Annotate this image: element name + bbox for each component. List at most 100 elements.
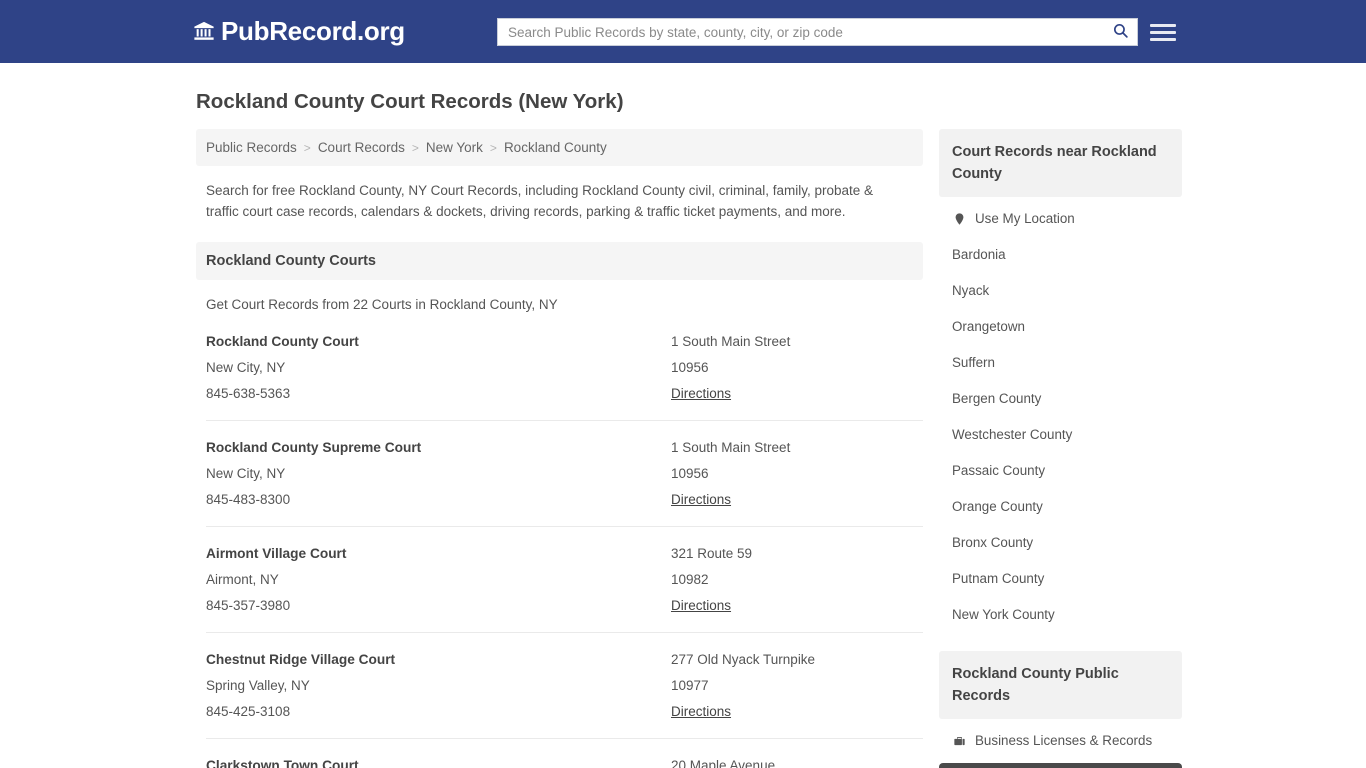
court-street: 321 Route 59	[671, 546, 753, 561]
sidebar-item-orangetown[interactable]: Orangetown	[939, 309, 1182, 345]
sidebar-item-use-my-location[interactable]: Use My Location	[939, 201, 1182, 237]
court-list: Rockland County Court New City, NY 845-6…	[206, 329, 923, 768]
table-row: Rockland County Court New City, NY 845-6…	[206, 329, 923, 420]
court-name[interactable]: Rockland County Court	[206, 329, 671, 355]
court-zip: 10956	[671, 466, 709, 481]
main-column: Public Records > Court Records > New Yor…	[196, 129, 923, 768]
search-button[interactable]	[1103, 19, 1137, 45]
sidebar-item-label: Nyack	[952, 283, 990, 298]
sidebar-item-business-licenses[interactable]: Business Licenses & Records	[939, 723, 1182, 759]
site-logo[interactable]: PubRecord.org	[193, 18, 405, 44]
hamburger-menu-icon-bar	[1150, 37, 1176, 41]
sidebar-item-label: Suffern	[952, 355, 995, 370]
court-info-right: 20 Maple Avenue 10956 Directions	[671, 753, 923, 768]
sidebar-item-label: New York County	[952, 607, 1055, 622]
sidebar-item-label: Bardonia	[952, 247, 1006, 262]
page-container: Rockland County Court Records (New York)…	[0, 90, 1366, 768]
directions-link[interactable]: Directions	[671, 699, 731, 725]
court-street: 1 South Main Street	[671, 334, 791, 349]
page-title: Rockland County Court Records (New York)	[196, 90, 624, 113]
sidebar-item-label: Bronx County	[952, 535, 1034, 550]
court-name[interactable]: Airmont Village Court	[206, 541, 671, 567]
sidebar-nearby-list: Use My Location Bardonia Nyack Orangetow…	[939, 201, 1182, 633]
court-info-right: 277 Old Nyack Turnpike 10977 Directions	[671, 647, 923, 725]
breadcrumb-separator-icon: >	[411, 140, 419, 155]
directions-link[interactable]: Directions	[671, 381, 731, 407]
court-info-left: Airmont Village Court Airmont, NY 845-35…	[206, 541, 671, 619]
table-row: Rockland County Supreme Court New City, …	[206, 420, 923, 526]
court-phone: 845-357-3980	[206, 598, 291, 613]
page-intro-text: Search for free Rockland County, NY Cour…	[206, 183, 874, 219]
breadcrumb-separator-icon: >	[489, 140, 497, 155]
breadcrumb: Public Records > Court Records > New Yor…	[196, 129, 923, 166]
court-city-state: New City, NY	[206, 360, 286, 375]
court-city-state: Spring Valley, NY	[206, 678, 310, 693]
court-phone: 845-425-3108	[206, 704, 291, 719]
court-info-left: Chestnut Ridge Village Court Spring Vall…	[206, 647, 671, 725]
sidebar-item-label: Orangetown	[952, 319, 1025, 334]
court-name[interactable]: Clarkstown Town Court	[206, 753, 671, 768]
sidebar-item-bardonia[interactable]: Bardonia	[939, 237, 1182, 273]
court-name[interactable]: Rockland County Supreme Court	[206, 435, 671, 461]
sidebar-item-bergen-county[interactable]: Bergen County	[939, 381, 1182, 417]
breadcrumb-item-court-records[interactable]: Court Records	[318, 140, 405, 155]
sidebar-item-bronx-county[interactable]: Bronx County	[939, 525, 1182, 561]
search-input[interactable]	[498, 19, 1103, 45]
sidebar-item-putnam-county[interactable]: Putnam County	[939, 561, 1182, 597]
sidebar-item-nyack[interactable]: Nyack	[939, 273, 1182, 309]
court-info-right: 321 Route 59 10982 Directions	[671, 541, 923, 619]
court-city-state: Airmont, NY	[206, 572, 279, 587]
sidebar: Court Records near Rockland County Use M…	[939, 129, 1182, 768]
court-info-right: 1 South Main Street 10956 Directions	[671, 329, 923, 407]
sidebar-item-label: Putnam County	[952, 571, 1045, 586]
directions-link[interactable]: Directions	[671, 487, 731, 513]
court-zip: 10982	[671, 572, 709, 587]
site-logo-text: PubRecord.org	[221, 16, 405, 46]
court-street: 1 South Main Street	[671, 440, 791, 455]
breadcrumb-item-rockland-county: Rockland County	[503, 140, 607, 155]
table-row: Clarkstown Town Court New City, NY 845-6…	[206, 738, 923, 768]
court-name[interactable]: Chestnut Ridge Village Court	[206, 647, 671, 673]
court-city-state: New City, NY	[206, 466, 286, 481]
bank-building-icon	[193, 20, 215, 42]
breadcrumb-item-public-records[interactable]: Public Records	[206, 140, 297, 155]
sidebar-nearby-heading: Court Records near Rockland County	[939, 129, 1182, 197]
breadcrumb-item-new-york[interactable]: New York	[426, 140, 483, 155]
hamburger-menu-button[interactable]	[1150, 19, 1176, 45]
court-info-right: 1 South Main Street 10956 Directions	[671, 435, 923, 513]
sidebar-item-westchester-county[interactable]: Westchester County	[939, 417, 1182, 453]
court-phone: 845-483-8300	[206, 492, 291, 507]
court-street: 20 Maple Avenue	[671, 758, 776, 768]
directions-link[interactable]: Directions	[671, 593, 731, 619]
search-icon	[1112, 22, 1129, 42]
court-zip: 10977	[671, 678, 709, 693]
map-pin-icon	[952, 212, 966, 226]
court-zip: 10956	[671, 360, 709, 375]
sidebar-item-label: Westchester County	[952, 427, 1073, 442]
court-phone: 845-638-5363	[206, 386, 291, 401]
briefcase-icon	[952, 734, 966, 748]
search-bar[interactable]	[497, 18, 1138, 46]
site-header: PubRecord.org	[0, 0, 1366, 63]
hamburger-menu-icon-bar	[1150, 30, 1176, 34]
courts-section-heading: Rockland County Courts	[196, 242, 923, 280]
court-info-left: Rockland County Supreme Court New City, …	[206, 435, 671, 513]
sidebar-item-label: Business Licenses & Records	[975, 733, 1153, 748]
breadcrumb-separator-icon: >	[303, 140, 311, 155]
sidebar-item-orange-county[interactable]: Orange County	[939, 489, 1182, 525]
sidebar-item-label: Passaic County	[952, 463, 1046, 478]
sidebar-item-new-york-county[interactable]: New York County	[939, 597, 1182, 633]
table-row: Airmont Village Court Airmont, NY 845-35…	[206, 526, 923, 632]
court-info-left: Clarkstown Town Court New City, NY 845-6…	[206, 753, 671, 768]
content-columns: Public Records > Court Records > New Yor…	[196, 129, 1366, 768]
courts-section-subheading: Get Court Records from 22 Courts in Rock…	[206, 297, 558, 312]
sidebar-public-records-list: Business Licenses & Records Court Record…	[939, 723, 1182, 768]
court-street: 277 Old Nyack Turnpike	[671, 652, 816, 667]
sidebar-item-passaic-county[interactable]: Passaic County	[939, 453, 1182, 489]
sidebar-item-court-records[interactable]: Court Records	[939, 763, 1182, 768]
hamburger-menu-icon-bar	[1150, 23, 1176, 27]
sidebar-item-label: Use My Location	[975, 211, 1075, 226]
court-info-left: Rockland County Court New City, NY 845-6…	[206, 329, 671, 407]
sidebar-item-suffern[interactable]: Suffern	[939, 345, 1182, 381]
sidebar-public-records-heading: Rockland County Public Records	[939, 651, 1182, 719]
